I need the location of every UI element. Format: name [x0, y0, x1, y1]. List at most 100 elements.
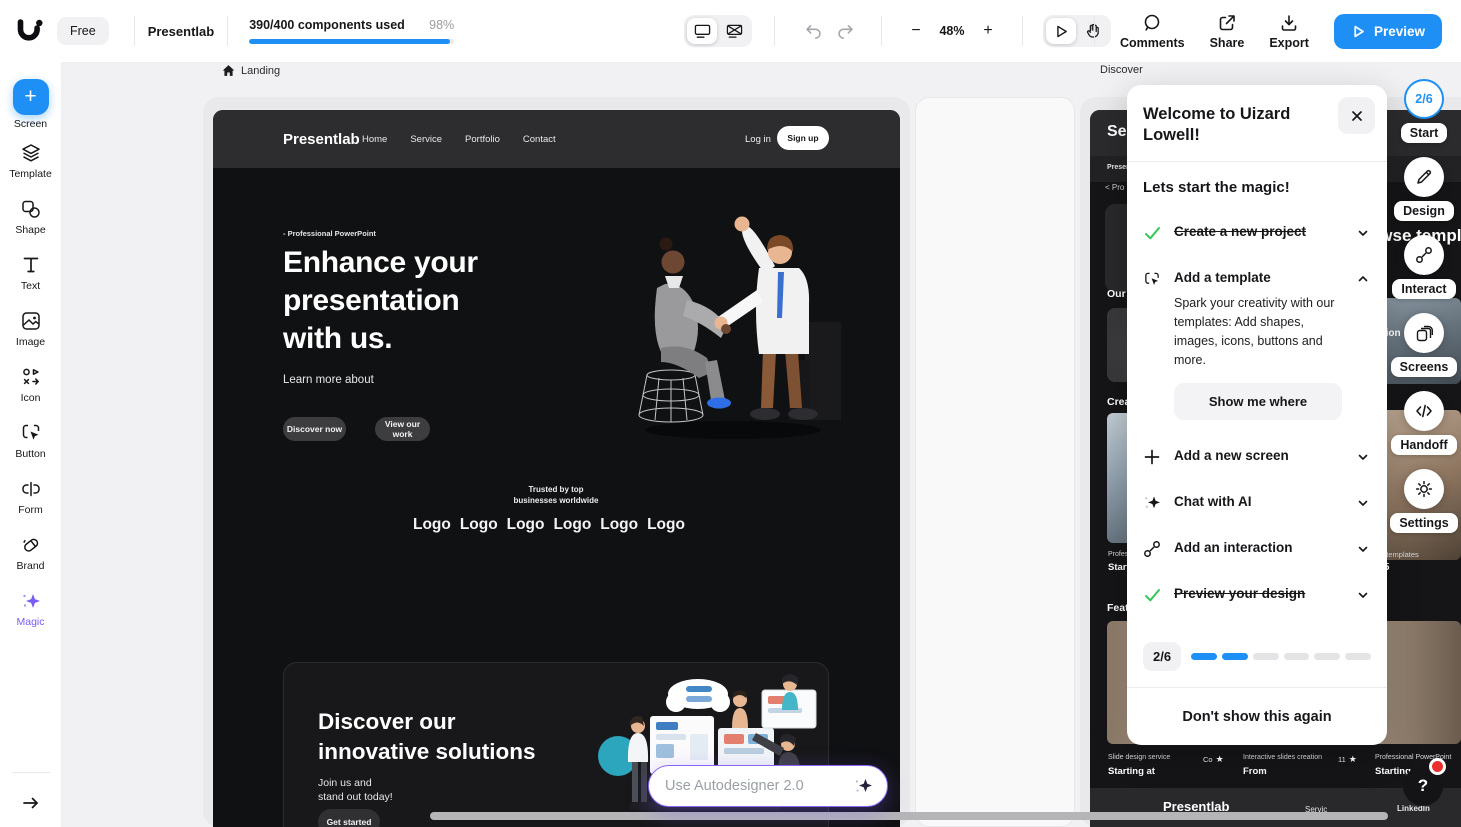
code-icon — [1404, 391, 1444, 431]
button-icon — [20, 421, 42, 445]
close-icon[interactable] — [1338, 97, 1375, 134]
sidebar-item-button[interactable]: Button — [0, 421, 62, 477]
check-icon — [1143, 586, 1161, 604]
nav-link-portfolio[interactable]: Portfolio — [465, 134, 500, 145]
solutions-subtitle: Join us and stand out today! — [318, 777, 393, 803]
login-link[interactable]: Log in — [745, 134, 771, 145]
landing-screen-frame[interactable]: Presentlab Home Service Portfolio Contac… — [203, 97, 910, 827]
featured-rating-2: 11 ★ — [1338, 754, 1357, 764]
topbar: Free Presentlab 390/400 components used … — [0, 0, 1461, 62]
nav-link-contact[interactable]: Contact — [523, 134, 556, 145]
plus-icon — [1143, 448, 1161, 466]
sidebar-item-magic[interactable]: Magic — [0, 589, 62, 645]
collapse-sidebar-button[interactable] — [15, 789, 47, 817]
hero-eyebrow: - Professional PowerPoint — [283, 229, 376, 238]
image-icon — [20, 309, 42, 333]
logo-item: Logo — [459, 516, 498, 533]
sparkle-icon[interactable] — [853, 776, 873, 796]
comments-button[interactable]: Comments — [1120, 13, 1185, 50]
nav-link-home[interactable]: Home — [362, 134, 387, 145]
uizard-logo[interactable] — [14, 18, 44, 45]
sidebar-item-text[interactable]: Text — [0, 253, 62, 309]
sidebar-item-brand[interactable]: Brand — [0, 533, 62, 589]
sidebar-item-icon[interactable]: Icon — [0, 365, 62, 421]
toolbar-design[interactable]: Design — [1394, 157, 1454, 221]
chevron-down-icon[interactable] — [1355, 541, 1371, 557]
nav-link-service[interactable]: Service — [410, 134, 442, 145]
brand-icon — [20, 533, 42, 557]
landing-navbar: Presentlab Home Service Portfolio Contac… — [213, 110, 900, 168]
checklist-item-add-screen[interactable]: Add a new screen — [1143, 447, 1371, 466]
toolbar-screens[interactable]: Screens — [1390, 313, 1458, 377]
divider — [11, 772, 50, 773]
discover-now-button[interactable]: Discover now — [283, 417, 346, 441]
interaction-icon — [1143, 540, 1161, 558]
gear-icon — [1404, 469, 1444, 509]
desktop-view-button[interactable] — [687, 18, 717, 44]
components-used-label: 390/400 components used — [249, 18, 405, 32]
chevron-down-icon[interactable] — [1355, 225, 1371, 241]
sidebar-item-screen[interactable]: + Screen — [0, 79, 62, 141]
signup-button[interactable]: Sign up — [777, 126, 829, 150]
export-button[interactable]: Export — [1269, 13, 1309, 50]
toolbar-interact[interactable]: Interact — [1392, 235, 1456, 299]
play-tool-button[interactable] — [1046, 18, 1076, 44]
toolbar-handoff[interactable]: Handoff — [1391, 391, 1457, 455]
share-button[interactable]: Share — [1210, 13, 1244, 50]
screen-label-landing[interactable]: Landing — [222, 64, 280, 77]
wireframe-view-button[interactable] — [719, 18, 749, 44]
play-icon — [1351, 24, 1366, 39]
checklist-item-create-project[interactable]: Create a new project — [1143, 223, 1371, 242]
divider — [881, 16, 882, 46]
onboarding-progress: 2/6 — [1143, 642, 1372, 671]
redo-button[interactable] — [829, 15, 861, 47]
progress-count: 2/6 — [1143, 642, 1182, 671]
undo-button[interactable] — [797, 15, 829, 47]
plan-badge[interactable]: Free — [57, 17, 109, 45]
progress-segments — [1191, 653, 1372, 660]
autodesigner-bar[interactable] — [648, 765, 888, 807]
show-me-where-button[interactable]: Show me where — [1174, 383, 1342, 420]
get-started-button[interactable]: Get started — [318, 809, 380, 827]
project-name[interactable]: Presentlab — [148, 24, 214, 39]
zoom-out-button[interactable]: − — [902, 17, 930, 45]
screen-label-discover[interactable]: Discover — [1100, 64, 1143, 76]
discover-back-link[interactable]: < Pro — [1105, 183, 1124, 192]
featured-price-2: From — [1243, 766, 1267, 777]
chevron-down-icon[interactable] — [1355, 587, 1371, 603]
device-toggle — [684, 15, 752, 47]
toolbar-start[interactable]: 2/6 Start — [1400, 79, 1448, 143]
star-icon: ★ — [1348, 754, 1357, 764]
checklist-item-chat-ai[interactable]: Chat with AI — [1143, 493, 1371, 512]
cursor-click-icon — [1143, 270, 1161, 288]
screen-label-text: Discover — [1100, 64, 1143, 76]
hero-illustration — [613, 210, 845, 450]
logo-item: Logo — [506, 516, 545, 533]
icons-icon — [20, 365, 42, 389]
dont-show-again-button[interactable]: Don't show this again — [1127, 687, 1387, 745]
checklist-item-add-template[interactable]: Add a template Spark your creativity wit… — [1143, 269, 1371, 420]
toolbar-settings[interactable]: Settings — [1390, 469, 1458, 533]
shape-icon — [20, 197, 42, 221]
preview-button[interactable]: Preview — [1333, 13, 1442, 49]
landing-screen[interactable]: Presentlab Home Service Portfolio Contac… — [213, 110, 900, 827]
notification-dot — [1429, 758, 1446, 775]
divider — [227, 16, 229, 46]
zoom-in-button[interactable]: + — [974, 17, 1002, 45]
sidebar-item-shape[interactable]: Shape — [0, 197, 62, 253]
sidebar-item-image[interactable]: Image — [0, 309, 62, 365]
welcome-modal: Welcome to Uizard Lowell! Lets start the… — [1127, 85, 1387, 745]
sidebar-item-form[interactable]: Form — [0, 477, 62, 533]
checklist-item-preview-design[interactable]: Preview your design — [1143, 585, 1371, 604]
horizontal-scrollbar[interactable] — [430, 812, 1388, 820]
chevron-down-icon[interactable] — [1355, 449, 1371, 465]
sidebar-item-template[interactable]: Template — [0, 141, 62, 197]
hero-subtitle: Learn more about — [283, 374, 374, 386]
checklist-item-add-interaction[interactable]: Add an interaction — [1143, 539, 1371, 558]
autodesigner-input[interactable] — [665, 778, 853, 794]
divider — [133, 16, 135, 46]
empty-screen[interactable] — [915, 97, 1075, 827]
chevron-up-icon[interactable] — [1355, 271, 1371, 287]
chevron-down-icon[interactable] — [1355, 495, 1371, 511]
view-our-work-button[interactable]: View our work — [375, 417, 430, 441]
